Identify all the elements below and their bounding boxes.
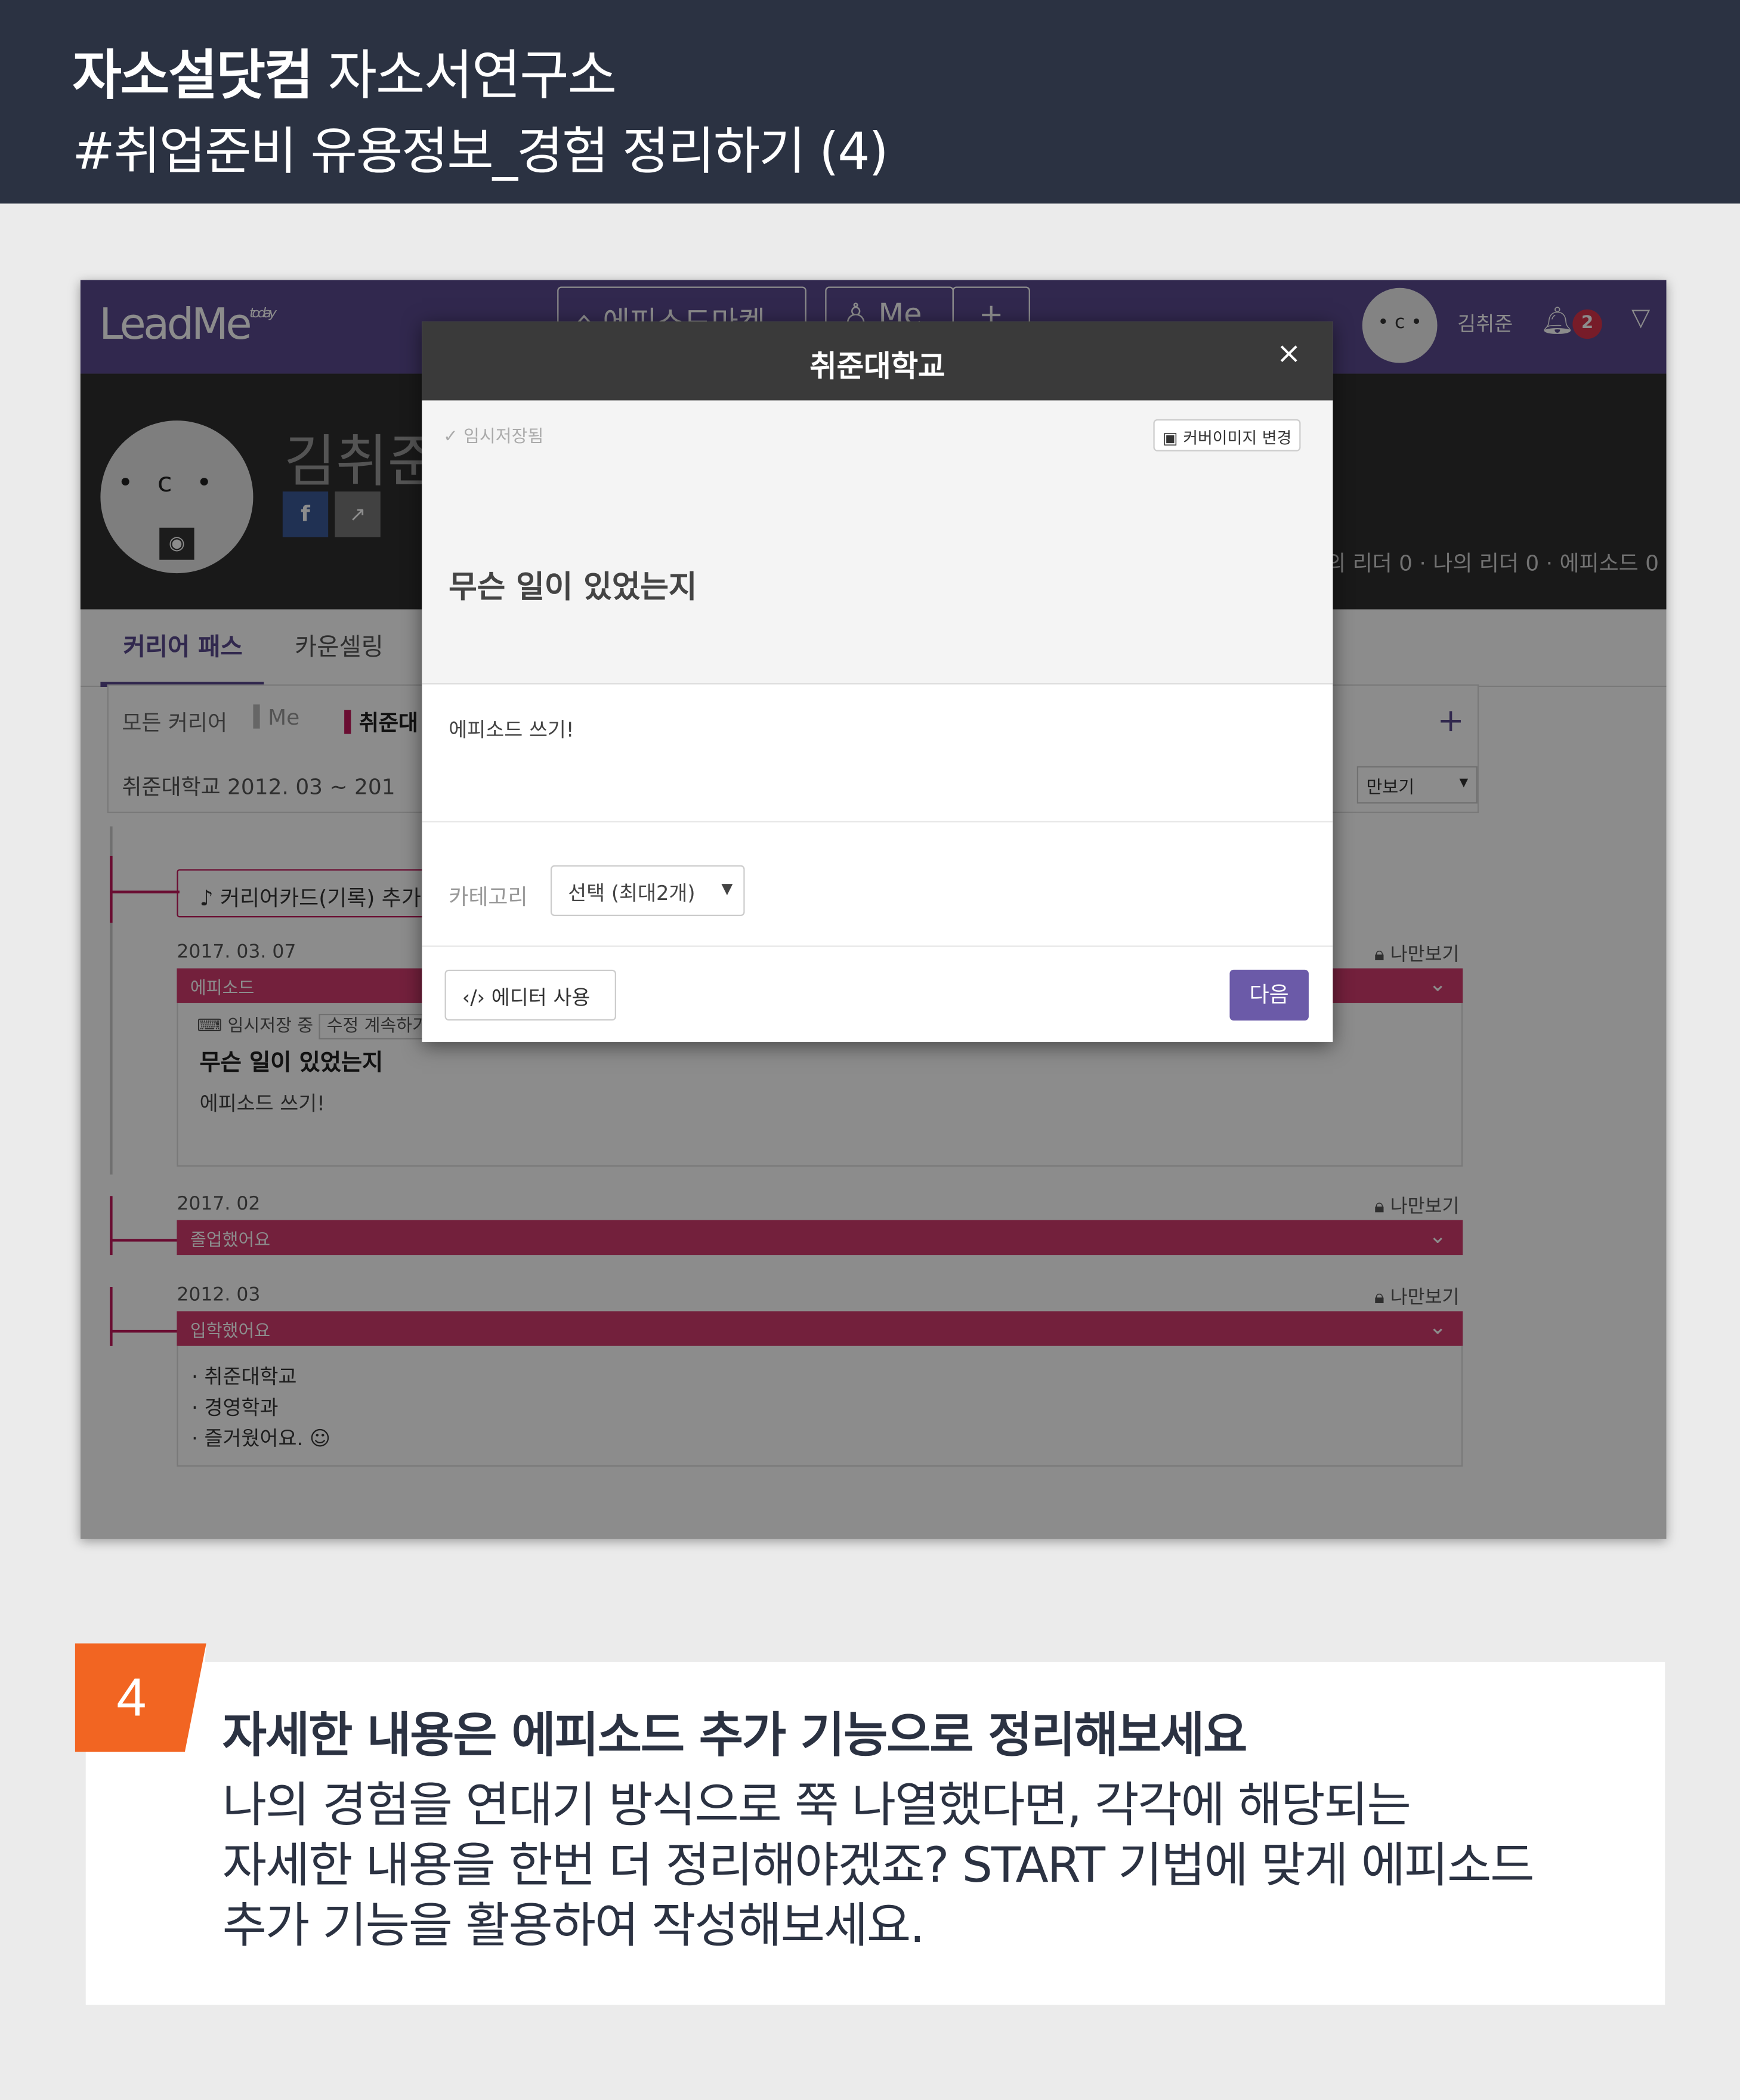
check-circle-icon: ✓ xyxy=(443,427,464,448)
episode-modal: 취준대학교 × ✓ 임시저장됨 ▣ 커버이미지 변경 무슨 일이 있었는지 에피… xyxy=(422,321,1333,1043)
cover-area: ✓ 임시저장됨 ▣ 커버이미지 변경 무슨 일이 있었는지 xyxy=(422,400,1333,685)
step-body-line: 나의 경험을 연대기 방식으로 쭉 나열했다면, 각각에 해당되는 xyxy=(222,1779,1411,1834)
use-editor-label: 에디터 사용 xyxy=(491,985,591,1010)
step-body-line: 자세한 내용을 한번 더 정리해야겠죠? START 기법에 맞게 에피소드 xyxy=(222,1839,1535,1894)
category-select[interactable]: 선택 (최대2개) ▼ xyxy=(550,865,745,916)
step-body: 나의 경험을 연대기 방식으로 쭉 나열했다면, 각각에 해당되는 자세한 내용… xyxy=(222,1776,1535,1957)
category-select-value: 선택 (최대2개) xyxy=(568,881,696,906)
banner-title: 자소설닷컴 자소서연구소 xyxy=(72,32,617,110)
modal-header: 취준대학교 × xyxy=(422,321,1333,401)
brand-name: 자소설닷컴 xyxy=(72,45,313,107)
code-icon: ‹/› xyxy=(462,985,492,1010)
brand-subtitle: 자소서연구소 xyxy=(312,45,617,107)
header-banner: 자소설닷컴 자소서연구소 #취업준비 유용정보_경험 정리하기 (4) xyxy=(0,0,1740,204)
modal-title: 취준대학교 xyxy=(809,351,945,385)
saved-label: 임시저장됨 xyxy=(463,427,544,448)
saved-status: ✓ 임시저장됨 xyxy=(443,422,543,447)
change-cover-button[interactable]: ▣ 커버이미지 변경 xyxy=(1153,419,1302,451)
step-title: 자세한 내용은 에피소드 추가 기능으로 정리해보세요 xyxy=(222,1709,1248,1764)
step-body-line: 추가 기능을 활용하여 작성해보세요. xyxy=(222,1899,925,1954)
next-button[interactable]: 다음 xyxy=(1229,969,1309,1021)
change-cover-label: 커버이미지 변경 xyxy=(1183,428,1292,448)
divider xyxy=(422,945,1333,947)
step-number: 4 xyxy=(116,1669,147,1728)
app-screenshot: LeadMetoday ⌂ 에피소드마켓 ♙ Me + • ᴄ • 김취준 🔔︎… xyxy=(80,280,1667,1539)
divider xyxy=(422,821,1333,822)
episode-title-input[interactable]: 무슨 일이 있었는지 xyxy=(449,561,697,607)
use-editor-button[interactable]: ‹/› 에디터 사용 xyxy=(444,969,616,1021)
page: 자소설닷컴 자소서연구소 #취업준비 유용정보_경험 정리하기 (4) Lead… xyxy=(0,0,1740,2100)
caret-icon: ▼ xyxy=(721,880,733,898)
close-icon[interactable]: × xyxy=(1277,338,1301,371)
image-icon: ▣ xyxy=(1163,428,1183,448)
banner-subtitle: #취업준비 유용정보_경험 정리하기 (4) xyxy=(72,122,888,181)
episode-content-input[interactable]: 에피소드 쓰기! xyxy=(449,715,574,743)
category-label: 카테고리 xyxy=(449,884,528,910)
